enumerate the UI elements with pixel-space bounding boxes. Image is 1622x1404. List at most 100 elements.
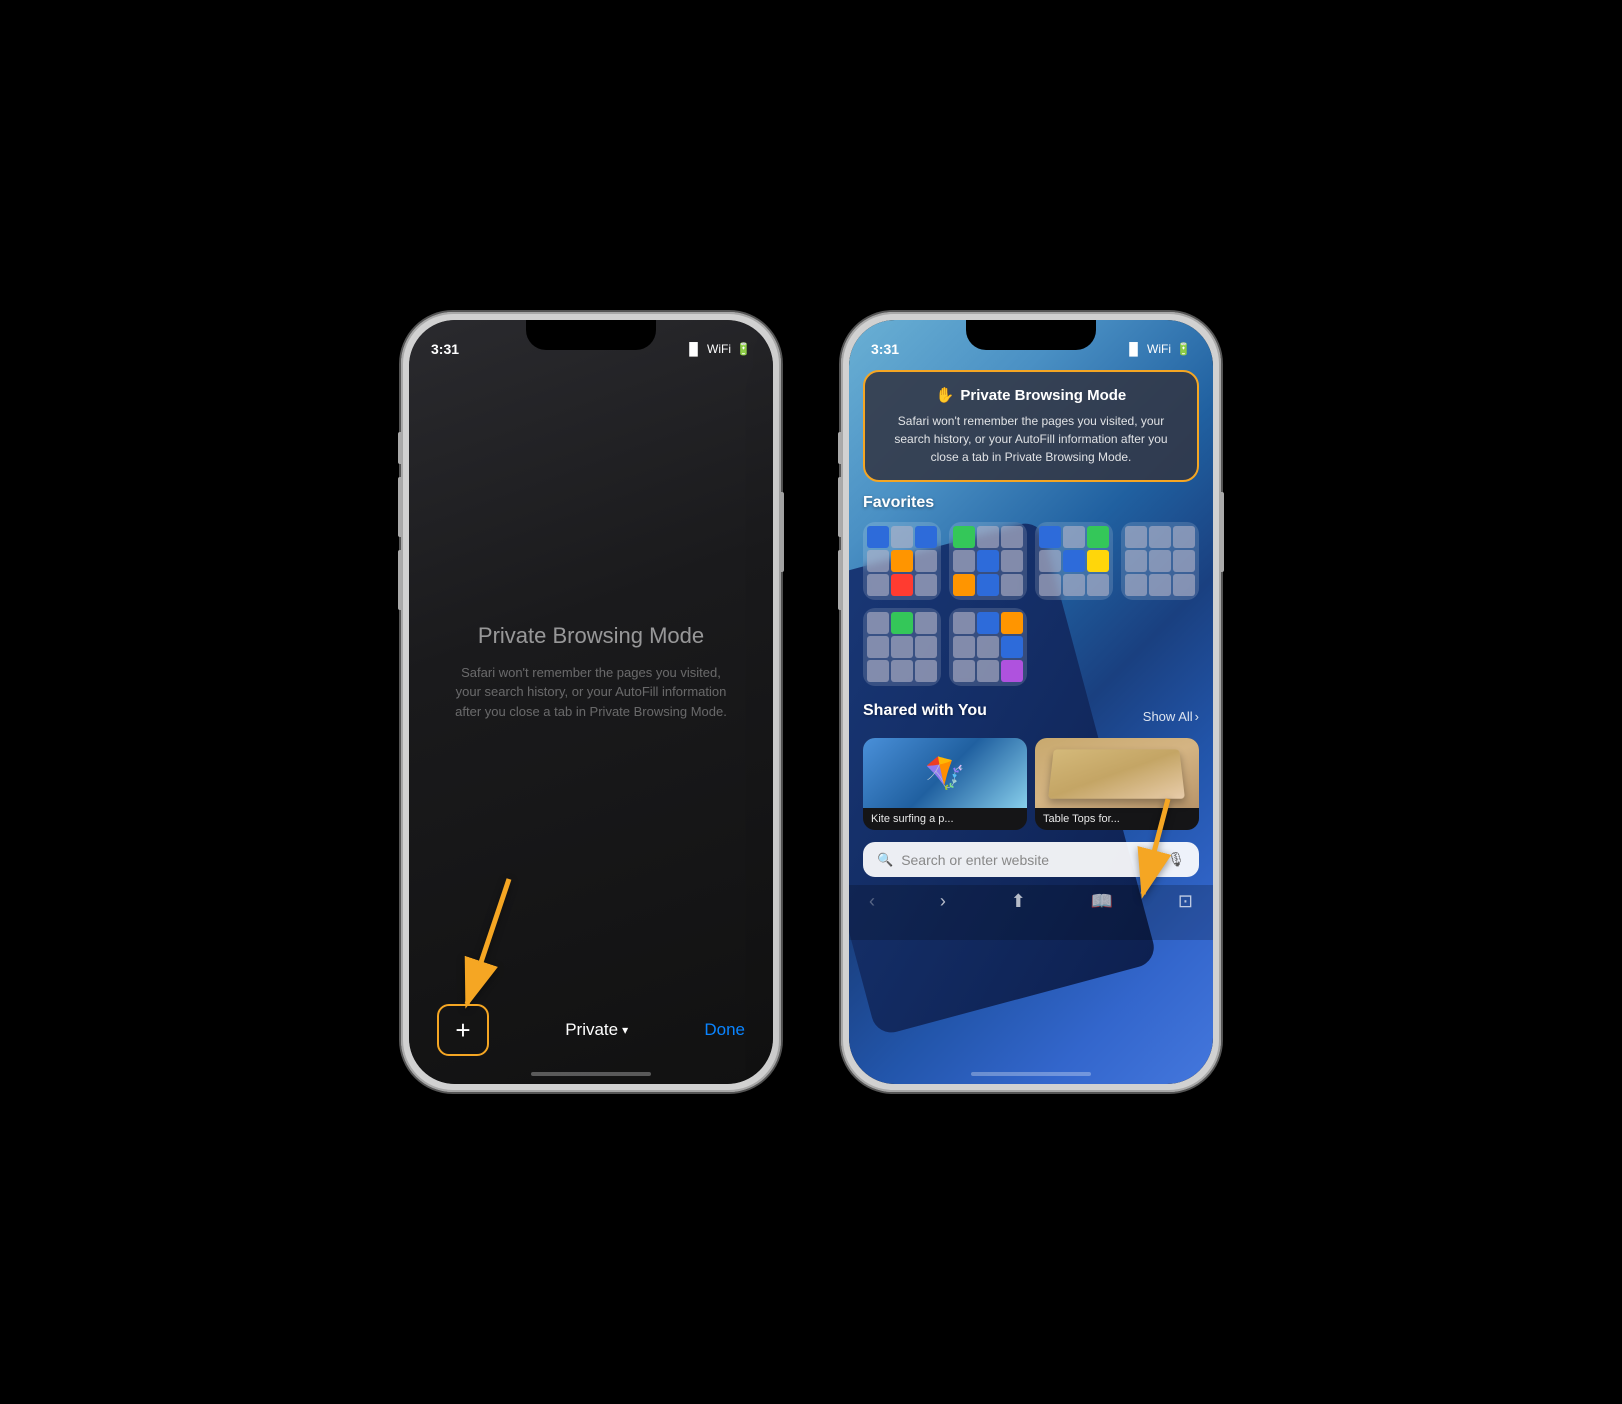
fav-dot <box>1001 660 1023 682</box>
fav-dot <box>1001 526 1023 548</box>
fav-dot <box>1149 550 1171 572</box>
fav-dot <box>891 574 913 596</box>
fav-dot <box>1173 574 1195 596</box>
shared-header: Shared with You Show All › <box>863 702 1199 730</box>
fav-dot <box>953 612 975 634</box>
new-tab-button[interactable]: + <box>437 1004 489 1056</box>
fav-dot <box>1001 636 1023 658</box>
status-icons-1: ▐▌ WiFi 🔋 <box>685 342 751 356</box>
fav-dot <box>953 550 975 572</box>
fav-dot <box>1125 526 1147 548</box>
battery-icon: 🔋 <box>736 342 751 356</box>
wifi-icon-2: WiFi <box>1147 342 1171 356</box>
notch <box>526 320 656 350</box>
fav-dot <box>1125 574 1147 596</box>
fav-dot <box>1063 550 1085 572</box>
fav-dot <box>977 526 999 548</box>
fav-item-5[interactable] <box>863 608 941 686</box>
bookmarks-button[interactable]: 📖 <box>1091 891 1113 912</box>
battery-icon-2: 🔋 <box>1176 342 1191 356</box>
home-indicator-1 <box>531 1072 651 1076</box>
fav-dot <box>1001 612 1023 634</box>
fav-item-4[interactable] <box>1121 522 1199 600</box>
fav-dot <box>867 660 889 682</box>
back-button[interactable]: ‹ <box>869 891 875 912</box>
fav-dot <box>867 574 889 596</box>
mute-button-2 <box>838 432 842 464</box>
forward-button[interactable]: › <box>940 891 946 912</box>
fav-dot <box>977 660 999 682</box>
done-button[interactable]: Done <box>704 1020 745 1040</box>
time-display-1: 3:31 <box>431 341 459 357</box>
private-mode-description: Safari won't remember the pages you visi… <box>449 663 733 722</box>
fav-dot <box>1149 574 1171 596</box>
signal-icon-2: ▐▌ <box>1125 342 1142 356</box>
fav-dot <box>915 612 937 634</box>
fav-dot <box>953 660 975 682</box>
volume-down-button-2 <box>838 550 842 610</box>
fav-dot <box>1173 550 1195 572</box>
chevron-icon: › <box>1195 709 1199 724</box>
plus-icon: + <box>455 1015 470 1046</box>
fav-dot <box>977 574 999 596</box>
fav-dot <box>867 636 889 658</box>
favorites-grid-row2 <box>863 608 1199 686</box>
status-icons-2: ▐▌ WiFi 🔋 <box>1125 342 1191 356</box>
phone-2-screen: 3:31 ▐▌ WiFi 🔋 ✋ Private Browsing Mode S… <box>849 320 1213 1084</box>
home-indicator-2 <box>971 1072 1091 1076</box>
fav-dot <box>953 636 975 658</box>
shared-card-kite[interactable]: 🪁 Kite surfing a p... <box>863 738 1027 830</box>
fav-dot <box>1001 574 1023 596</box>
bottom-toolbar-1: + Private ▾ Done <box>409 992 773 1084</box>
fav-dot <box>915 526 937 548</box>
shared-title: Shared with You <box>863 702 987 720</box>
private-label-text: Private <box>565 1020 618 1040</box>
tab-group-picker[interactable]: Private ▾ <box>565 1020 628 1040</box>
private-browsing-card: ✋ Private Browsing Mode Safari won't rem… <box>863 370 1199 482</box>
fav-item-1[interactable] <box>863 522 941 600</box>
kite-image: 🪁 <box>863 738 1027 808</box>
fav-dot <box>1063 526 1085 548</box>
mute-button <box>398 432 402 464</box>
fav-dot <box>1087 526 1109 548</box>
fav-dot <box>1001 550 1023 572</box>
fav-empty <box>1035 608 1199 686</box>
phone-2: 3:31 ▐▌ WiFi 🔋 ✋ Private Browsing Mode S… <box>841 312 1221 1092</box>
share-button[interactable]: ⬆ <box>1011 891 1026 912</box>
fav-dot <box>1173 526 1195 548</box>
caret-icon: ▾ <box>622 1023 628 1037</box>
fav-dot <box>1039 550 1061 572</box>
fav-item-6[interactable] <box>949 608 1027 686</box>
signal-icon: ▐▌ <box>685 342 702 356</box>
wifi-icon: WiFi <box>707 342 731 356</box>
arrow-to-table-card <box>1113 789 1203 909</box>
fav-dot <box>891 636 913 658</box>
fav-dot <box>953 574 975 596</box>
time-display-2: 3:31 <box>871 341 899 357</box>
volume-down-button <box>398 550 402 610</box>
fav-dot <box>953 526 975 548</box>
safari-content: ✋ Private Browsing Mode Safari won't rem… <box>849 320 1213 1084</box>
fav-dot <box>1149 526 1171 548</box>
pb-card-title: ✋ Private Browsing Mode <box>881 386 1181 404</box>
fav-dot <box>891 660 913 682</box>
fav-dot <box>867 550 889 572</box>
notch-2 <box>966 320 1096 350</box>
fav-dot <box>1063 574 1085 596</box>
hand-icon: ✋ <box>936 386 955 404</box>
show-all-button[interactable]: Show All › <box>1143 709 1199 724</box>
private-mode-title: Private Browsing Mode <box>478 623 704 649</box>
phone-1-screen: 3:31 ▐▌ WiFi 🔋 Private Browsing Mode Saf… <box>409 320 773 1084</box>
phone-1: 3:31 ▐▌ WiFi 🔋 Private Browsing Mode Saf… <box>401 312 781 1092</box>
fav-item-3[interactable] <box>1035 522 1113 600</box>
fav-dot <box>977 636 999 658</box>
favorites-title: Favorites <box>863 494 1199 512</box>
fav-dot <box>891 550 913 572</box>
favorites-grid <box>863 522 1199 600</box>
pb-card-description: Safari won't remember the pages you visi… <box>881 412 1181 466</box>
fav-item-2[interactable] <box>949 522 1027 600</box>
favorites-section: Favorites <box>849 482 1213 694</box>
fav-dot <box>867 612 889 634</box>
kite-card-label: Kite surfing a p... <box>863 808 1027 830</box>
fav-dot <box>1087 574 1109 596</box>
